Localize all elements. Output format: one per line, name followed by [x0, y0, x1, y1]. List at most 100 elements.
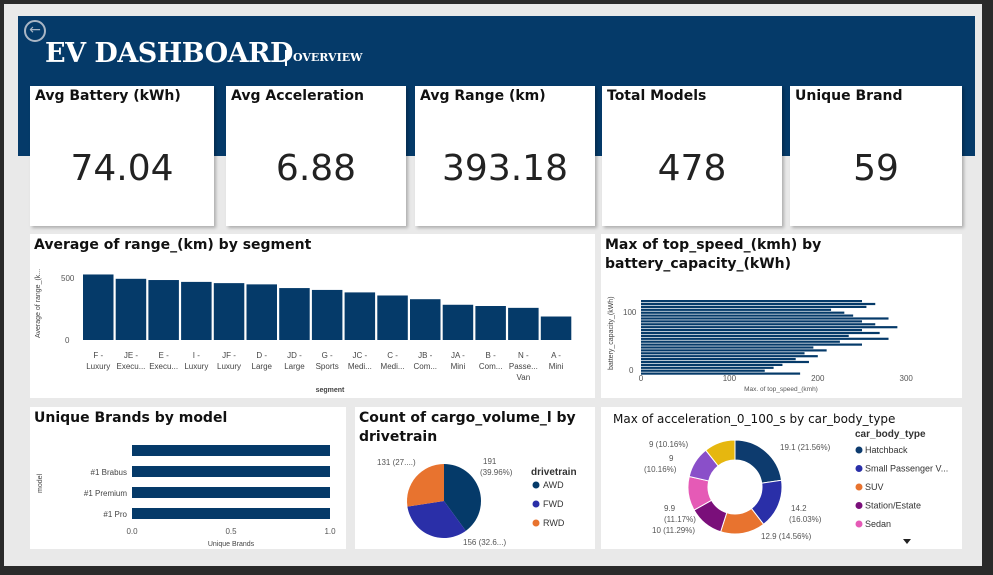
bar [641, 308, 832, 311]
x-tick-label: Large [252, 362, 273, 371]
x-tick-label: Medi... [348, 362, 372, 371]
legend-marker [855, 483, 863, 491]
x-tick-label: JF - [222, 351, 236, 360]
x-tick-label: F - [93, 351, 103, 360]
data-label: (39.96%) [480, 468, 513, 477]
legend-marker [532, 519, 540, 527]
bar [132, 445, 330, 456]
bar [641, 358, 796, 361]
kpi-card-battery[interactable]: Avg Battery (kWh) 74.04 [30, 86, 214, 226]
kpi-card-acceleration[interactable]: Avg Acceleration 6.88 [226, 86, 406, 226]
kpi-value: 393.18 [442, 148, 568, 189]
bar [641, 366, 774, 369]
kpi-card-range[interactable]: Avg Range (km) 393.18 [415, 86, 595, 226]
bar [148, 280, 179, 340]
x-tick-label: 0.5 [225, 527, 237, 536]
bar [641, 369, 765, 372]
y-tick-label: 500 [61, 274, 75, 283]
acceleration-donut-chart[interactable]: Max of acceleration_0_100_s by car_body_… [601, 407, 962, 549]
bar [115, 278, 147, 340]
legend-label: Hatchback [865, 445, 908, 455]
kpi-label: Total Models [607, 88, 707, 104]
x-axis-label: Unique Brands [208, 541, 255, 548]
x-tick-label: G - [322, 351, 333, 360]
data-label: 10 (11.29%) [652, 526, 695, 535]
bar [641, 305, 867, 308]
x-tick-label: Mini [451, 362, 466, 371]
legend-label: Station/Estate [865, 501, 921, 511]
bar [641, 326, 898, 329]
bar [641, 323, 876, 326]
x-tick-label: Mini [549, 362, 564, 371]
legend-label: Small Passenger V... [865, 464, 948, 474]
unique-brands-chart[interactable]: Unique Brands by model model #1 Brabus #1 … [30, 407, 346, 549]
x-tick-label: JE - [124, 351, 139, 360]
legend-label: Sedan [865, 519, 891, 529]
page-title: EV DASHBOARD [45, 38, 293, 69]
bar [132, 487, 330, 498]
data-label: 131 (27....) [377, 458, 416, 467]
x-tick-label: D - [256, 351, 267, 360]
legend-marker [855, 502, 863, 509]
bar [641, 337, 889, 340]
x-tick-label: Passe... [509, 362, 538, 371]
pie-slice [407, 464, 444, 507]
bar [641, 346, 814, 349]
range-by-segment-chart[interactable]: Average of range_(km) by segment 0 500 Ave… [30, 234, 595, 398]
bar [641, 372, 801, 375]
cargo-volume-pie-chart[interactable]: Count of cargo_volume_l by drivetrain 19… [355, 407, 595, 549]
bar [641, 311, 845, 314]
y-axis-label: model [37, 473, 44, 493]
y-axis-label: Average of range_(k... [35, 269, 42, 338]
x-tick-label: Com... [413, 362, 437, 371]
kpi-card-total-models[interactable]: Total Models 478 [602, 86, 782, 226]
x-tick-label: Luxury [184, 362, 208, 371]
kpi-value: 59 [853, 148, 899, 189]
x-tick-label: E - [159, 351, 170, 360]
y-tick-label: #1 Brabus [91, 468, 127, 477]
bar [442, 304, 474, 340]
x-tick-label: Luxury [217, 362, 241, 371]
kpi-card-unique-brand[interactable]: Unique Brand 59 [790, 86, 962, 226]
legend-label: FWD [543, 499, 564, 509]
x-tick-label: JB - [418, 351, 433, 360]
top-speed-by-battery-chart[interactable]: Max of top_speed_(kmh) by battery_capaci… [601, 234, 962, 398]
bar [641, 302, 876, 306]
bar [641, 360, 809, 364]
donut-chart-svg: 19.1 (21.56%) 14.2 (16.03%) 12.9 (14.56%) 10… [644, 429, 948, 544]
x-tick-label: N - [518, 351, 529, 360]
bar [641, 355, 818, 358]
x-tick-label: JD - [287, 351, 302, 360]
bar [344, 292, 376, 340]
bar [641, 352, 805, 355]
bar [508, 307, 539, 340]
bar [641, 343, 862, 346]
bar [641, 317, 889, 320]
kpi-value: 478 [657, 148, 727, 189]
data-label: 191 [483, 457, 497, 466]
x-tick-label: Luxury [86, 362, 110, 371]
data-label: (11.17%) [664, 515, 696, 524]
x-tick-label: JC - [353, 351, 368, 360]
y-tick-label: #1 Premium [84, 489, 127, 498]
data-label: 9.9 [664, 504, 676, 513]
brands-chart-svg: model #1 Brabus #1 Premium #1 Pro 0.0 0.5 1.0 U… [37, 445, 336, 548]
bar [83, 274, 114, 340]
x-tick-label: 300 [900, 374, 914, 383]
x-tick-label: 0 [639, 374, 644, 383]
bar [641, 300, 862, 303]
x-tick-label: Medi... [381, 362, 405, 371]
x-tick-label: Execu... [149, 362, 178, 371]
data-label: 9 (10.16%) [649, 440, 688, 449]
bar [377, 295, 408, 340]
y-axis-label: battery_capacity_(kWh) [608, 296, 615, 370]
x-tick-label: JA - [451, 351, 465, 360]
x-tick-label: C - [387, 351, 398, 360]
kpi-label: Avg Acceleration [231, 88, 365, 104]
back-arrow-icon[interactable]: ← [24, 20, 46, 42]
speed-chart-svg: battery_capacity_(kWh) 100 00 100 200 300 Max.… [608, 296, 914, 393]
legend-title: drivetrain [531, 467, 577, 478]
x-tick-label: Sports [316, 362, 339, 371]
donut-slice [734, 439, 783, 484]
bar [540, 316, 572, 340]
